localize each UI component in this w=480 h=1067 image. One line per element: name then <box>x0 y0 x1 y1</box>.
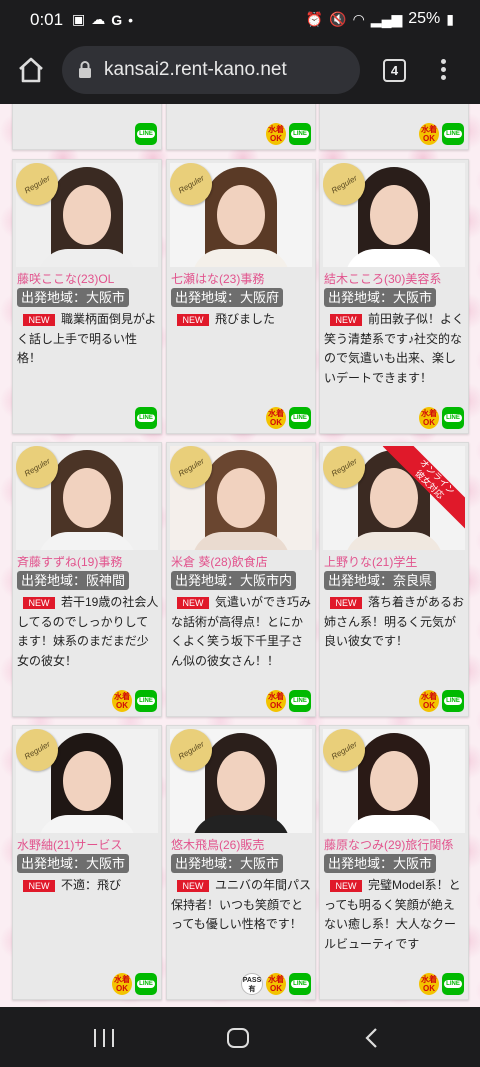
line-icon[interactable]: LINE <box>442 123 464 145</box>
lock-icon <box>79 61 91 78</box>
line-icon[interactable]: LINE <box>442 407 464 429</box>
signal-icon: ▂▄▆ <box>370 10 403 27</box>
region-tag: 出発地域：阪神間 <box>17 571 130 590</box>
cast-grid: LINE 水着 OK LINE 水着 OK LINE Reguler 藤咲ここな(23)OL 出発… <box>0 104 480 1007</box>
line-icon[interactable]: LINE <box>135 973 157 995</box>
cast-name[interactable]: 上野りな(21)学生 <box>324 553 417 570</box>
cast-name[interactable]: 結木こころ(30)美容系 <box>324 270 441 287</box>
cast-photo[interactable]: Reguler <box>16 163 158 267</box>
cast-photo[interactable]: Reguler <box>170 446 312 550</box>
swimsuit-ok-icon: 水着 OK <box>266 123 286 145</box>
overflow-menu-icon[interactable] <box>438 56 448 86</box>
status-bar: 0:01 ▣ ☁ G • ⏰ 🔇 ◠ ▂▄▆ 25% ▮ <box>0 0 480 40</box>
line-icon[interactable]: LINE <box>442 690 464 712</box>
swimsuit-ok-icon: 水着 OK <box>419 407 439 429</box>
region-tag: 出発地域：大阪府 <box>171 288 284 307</box>
cast-photo[interactable]: Reguler <box>323 163 465 267</box>
swimsuit-ok-icon: 水着 OK <box>419 123 439 145</box>
swimsuit-ok-icon: 水着 OK <box>419 690 439 712</box>
line-icon[interactable]: LINE <box>289 123 311 145</box>
region-tag: 出発地域：大阪市 <box>171 854 284 873</box>
cast-name[interactable]: 藤咲ここな(23)OL <box>17 270 114 287</box>
url-bar[interactable]: kansai2.rent-kano.net <box>62 46 360 94</box>
region-tag: 出発地域：奈良県 <box>324 571 437 590</box>
cast-card[interactable]: Reguler 水野紬(21)サービス 出発地域：大阪市 不適：飛び NEW 水着 OK LI… <box>12 725 162 1000</box>
status-time: 0:01 <box>30 10 64 29</box>
wifi-icon: ◠ <box>352 10 365 27</box>
cast-photo[interactable]: Reguler <box>170 729 312 833</box>
cast-card[interactable]: Reguler 七瀬はな(23)事務 出発地域：大阪府 飛びました NEW 水着 OK LIN… <box>166 159 316 434</box>
new-badge: NEW <box>23 880 55 892</box>
cast-name[interactable]: 藤原なつみ(29)旅行関係 <box>324 836 453 853</box>
mute-icon: 🔇 <box>329 10 347 27</box>
cast-name[interactable]: 米倉 葵(28)飲食店 <box>171 553 268 570</box>
cast-photo[interactable]: Reguler <box>323 729 465 833</box>
line-icon[interactable]: LINE <box>289 690 311 712</box>
region-tag: 出発地域：大阪市 <box>17 288 130 307</box>
region-tag: 出発地域：大阪市 <box>324 854 437 873</box>
cast-card[interactable]: Reguler 米倉 葵(28)飲食店 出発地域：大阪市内 気遣いができ巧みな話術が高… <box>166 442 316 717</box>
cloud-icon: ☁ <box>91 11 106 27</box>
cast-card-partial[interactable]: 水着 OK LINE <box>319 104 469 150</box>
pass-icon: PASS 有 <box>241 973 263 995</box>
new-badge: NEW <box>23 597 55 609</box>
line-icon[interactable]: LINE <box>135 690 157 712</box>
cast-card-partial[interactable]: 水着 OK LINE <box>166 104 316 150</box>
recent-apps-button[interactable] <box>94 1029 114 1047</box>
url-text: kansai2.rent-kano.net <box>104 59 287 80</box>
new-badge: NEW <box>177 597 209 609</box>
new-badge: NEW <box>177 314 209 326</box>
cast-card[interactable]: Reguler 結木こころ(30)美容系 出発地域：大阪市 前田敦子似！よく笑う清楚系… <box>319 159 469 434</box>
cast-card-partial[interactable]: LINE <box>12 104 162 150</box>
new-badge: NEW <box>330 880 362 892</box>
online-ribbon: オンライン 彼女対応 <box>375 446 465 536</box>
line-icon[interactable]: LINE <box>289 407 311 429</box>
cast-name[interactable]: 斉藤すずね(19)事務 <box>17 553 122 570</box>
cast-card[interactable]: Reguler 悠木飛鳥(26)販売 出発地域：大阪市 ユニバの年間パス保持者！いつも… <box>166 725 316 1000</box>
new-badge: NEW <box>330 314 362 326</box>
alarm-icon: ⏰ <box>305 10 324 27</box>
google-icon: G <box>111 11 123 28</box>
back-button[interactable] <box>364 1028 378 1048</box>
home-icon[interactable] <box>16 55 46 85</box>
new-badge: NEW <box>330 597 362 609</box>
swimsuit-ok-icon: 水着 OK <box>419 973 439 995</box>
line-icon[interactable]: LINE <box>135 123 157 145</box>
region-tag: 出発地域：大阪市 <box>17 854 130 873</box>
swimsuit-ok-icon: 水着 OK <box>112 973 132 995</box>
system-nav-bar <box>0 1007 480 1067</box>
image-notification-icon: ▣ <box>72 11 86 27</box>
swimsuit-ok-icon: 水着 OK <box>112 690 132 712</box>
new-badge: NEW <box>177 880 209 892</box>
cast-photo[interactable]: Reguler <box>16 446 158 550</box>
cast-card[interactable]: Reguler 斉藤すずね(19)事務 出発地域：阪神間 若干19歳の社会人してるので… <box>12 442 162 717</box>
swimsuit-ok-icon: 水着 OK <box>266 973 286 995</box>
line-icon[interactable]: LINE <box>289 973 311 995</box>
cast-photo[interactable]: Reguler <box>16 729 158 833</box>
cast-card[interactable]: Reguler オンライン 彼女対応 上野りな(21)学生 出発地域：奈良県 落ち着きがあ… <box>319 442 469 717</box>
cast-name[interactable]: 悠木飛鳥(26)販売 <box>171 836 264 853</box>
nav-home-button[interactable] <box>227 1028 249 1048</box>
browser-toolbar: kansai2.rent-kano.net 4 <box>0 40 480 104</box>
dot-icon: • <box>128 11 134 28</box>
line-icon[interactable]: LINE <box>135 407 157 429</box>
cast-photo[interactable]: Reguler オンライン 彼女対応 <box>323 446 465 550</box>
swimsuit-ok-icon: 水着 OK <box>266 690 286 712</box>
swimsuit-ok-icon: 水着 OK <box>266 407 286 429</box>
battery-icon: ▮ <box>446 10 454 27</box>
cast-photo[interactable]: Reguler <box>170 163 312 267</box>
region-tag: 出発地域：大阪市 <box>324 288 437 307</box>
tab-switcher-button[interactable]: 4 <box>383 59 406 82</box>
cast-card[interactable]: Reguler 藤咲ここな(23)OL 出発地域：大阪市 職業柄面倒見がよく話し上手で… <box>12 159 162 434</box>
cast-name[interactable]: 水野紬(21)サービス <box>17 836 122 853</box>
cast-card[interactable]: Reguler 藤原なつみ(29)旅行関係 出発地域：大阪市 完璧Model系！とって… <box>319 725 469 1000</box>
battery-percent: 25% <box>408 10 441 27</box>
region-tag: 出発地域：大阪市内 <box>171 571 297 590</box>
new-badge: NEW <box>23 314 55 326</box>
line-icon[interactable]: LINE <box>442 973 464 995</box>
cast-name[interactable]: 七瀬はな(23)事務 <box>171 270 264 287</box>
